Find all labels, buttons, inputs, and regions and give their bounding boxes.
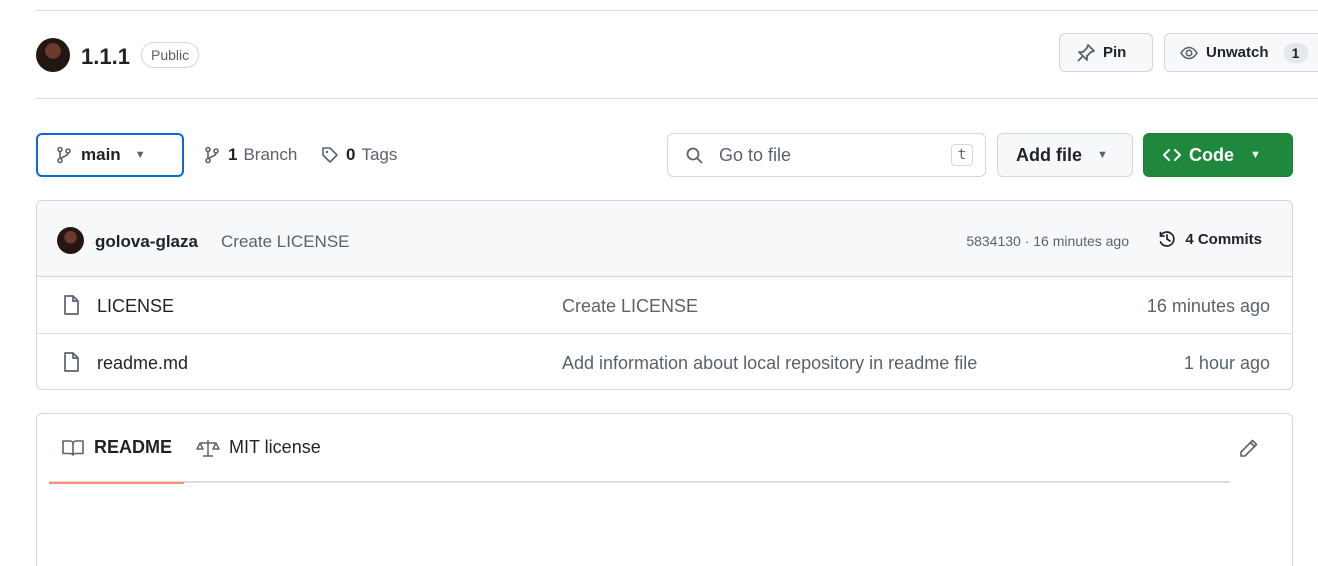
file-icon xyxy=(62,295,80,315)
header-divider xyxy=(36,98,1318,99)
unwatch-button[interactable]: Unwatch 1 xyxy=(1164,33,1318,72)
repository-header: 1.1.1 Public Pin Unwatch 1 xyxy=(36,30,1318,78)
branch-count-label: Branch xyxy=(243,145,298,164)
branch-count: 1 xyxy=(228,145,238,164)
scale-icon xyxy=(196,438,220,458)
history-icon xyxy=(1156,228,1178,250)
file-name[interactable]: LICENSE xyxy=(97,296,174,317)
tag-count-label: Tags xyxy=(361,145,398,164)
watcher-count: 1 xyxy=(1283,42,1308,63)
file-name[interactable]: readme.md xyxy=(97,353,188,374)
tags-link[interactable]: 0 Tags xyxy=(320,145,397,165)
pin-button[interactable]: Pin xyxy=(1059,33,1153,72)
add-file-label: Add file xyxy=(1016,144,1082,165)
commit-author[interactable]: golova-glaza xyxy=(95,232,198,252)
pin-icon xyxy=(1076,43,1096,63)
branch-icon xyxy=(54,145,74,165)
search-icon xyxy=(685,146,705,166)
go-to-file-search[interactable]: t xyxy=(667,133,986,177)
eye-icon xyxy=(1179,43,1199,63)
file-updated-time: 16 minutes ago xyxy=(1146,296,1270,316)
license-tab-label: MIT license xyxy=(229,437,321,457)
code-icon xyxy=(1162,145,1182,165)
readme-tabs: README MIT license xyxy=(49,413,1230,484)
readme-panel: README MIT license xyxy=(36,413,1293,566)
pencil-icon[interactable] xyxy=(1239,438,1259,458)
branch-icon xyxy=(202,145,222,165)
latest-commit-bar: golova-glaza Create LICENSE 5834130 · 16… xyxy=(37,201,1292,277)
tag-count: 0 xyxy=(346,145,356,164)
owner-avatar[interactable] xyxy=(36,38,70,72)
file-updated-time: 1 hour ago xyxy=(1183,353,1270,373)
code-label: Code xyxy=(1189,144,1234,165)
branch-selector[interactable]: main ▼ xyxy=(36,133,184,177)
tag-icon xyxy=(320,145,340,165)
commit-count: 4 Commits xyxy=(1185,230,1262,248)
branches-link[interactable]: 1 Branch xyxy=(202,145,297,165)
book-icon xyxy=(61,438,85,458)
visibility-badge: Public xyxy=(141,42,200,68)
commit-hash-time[interactable]: 5834130 · 16 minutes ago xyxy=(966,233,1129,249)
tab-readme[interactable]: README xyxy=(49,413,185,484)
go-to-file-input[interactable] xyxy=(719,142,939,168)
unwatch-label: Unwatch xyxy=(1206,44,1269,61)
branch-name: main xyxy=(81,145,121,164)
keyboard-shortcut: t xyxy=(951,144,973,166)
pin-label: Pin xyxy=(1103,44,1127,61)
readme-tab-label: README xyxy=(94,437,173,457)
tab-license[interactable]: MIT license xyxy=(184,413,333,482)
file-commit-message[interactable]: Create LICENSE xyxy=(562,296,698,317)
chevron-down-icon: ▼ xyxy=(134,149,146,161)
page-top-divider xyxy=(36,10,1318,11)
file-row[interactable]: LICENSE Create LICENSE 16 minutes ago xyxy=(37,277,1292,334)
chevron-down-icon: ▼ xyxy=(1250,149,1261,161)
add-file-button[interactable]: Add file ▼ xyxy=(997,133,1133,177)
code-button[interactable]: Code ▼ xyxy=(1143,133,1293,177)
file-commit-message[interactable]: Add information about local repository i… xyxy=(562,353,977,374)
repository-name[interactable]: 1.1.1 xyxy=(81,44,130,70)
file-browser: golova-glaza Create LICENSE 5834130 · 16… xyxy=(36,200,1293,390)
file-row[interactable]: readme.md Add information about local re… xyxy=(37,334,1292,389)
chevron-down-icon: ▼ xyxy=(1097,149,1108,161)
commits-link[interactable]: 4 Commits xyxy=(1156,228,1262,250)
author-avatar[interactable] xyxy=(57,227,84,254)
file-icon xyxy=(62,352,80,372)
commit-message[interactable]: Create LICENSE xyxy=(221,232,350,252)
